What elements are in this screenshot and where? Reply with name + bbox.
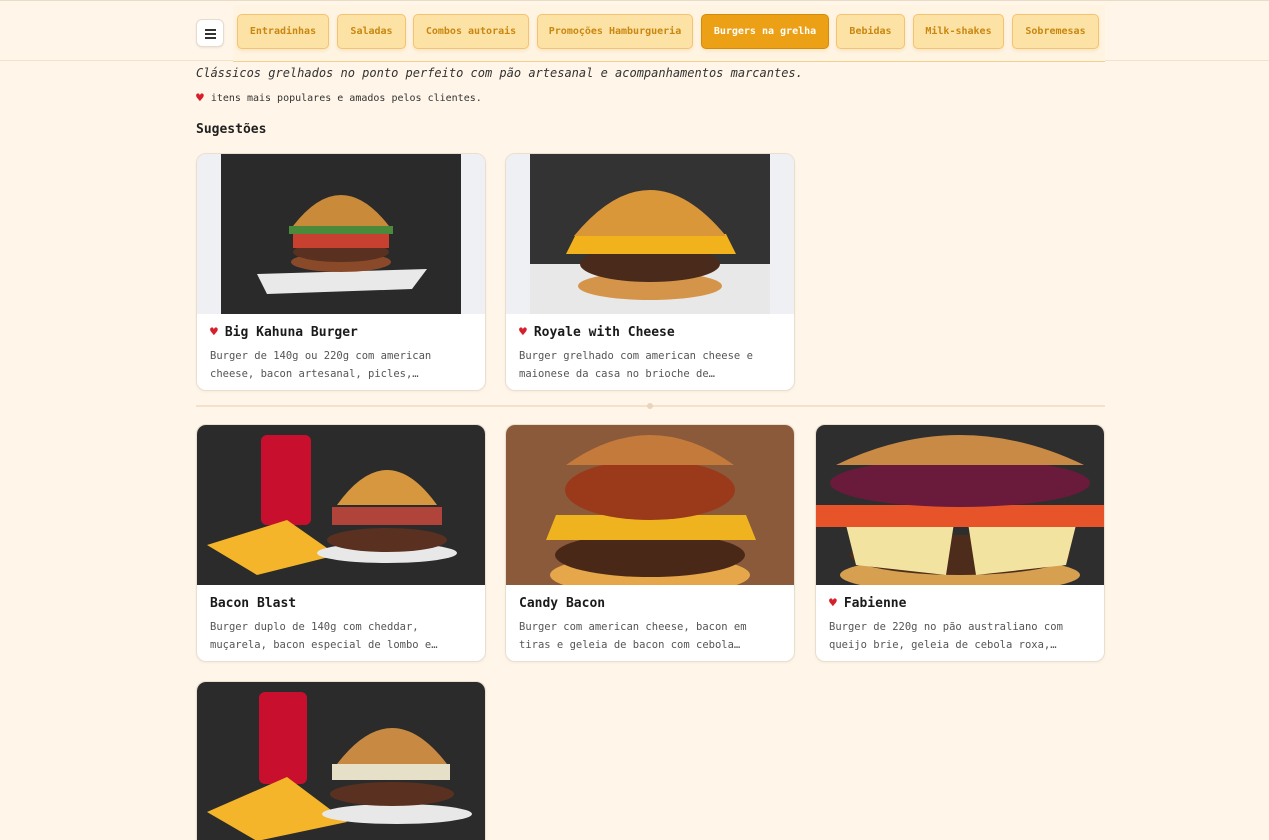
- heart-icon: ♥: [829, 596, 837, 611]
- heart-icon: ♥: [196, 91, 204, 106]
- product-card-fabienne[interactable]: ♥ Fabienne Burger de 220g no pão austral…: [815, 424, 1105, 662]
- product-title: ♥ Big Kahuna Burger: [210, 325, 358, 340]
- product-description: Burger grelhado com american cheese e ma…: [519, 350, 753, 380]
- heart-icon: ♥: [519, 325, 527, 340]
- hamburger-menu-icon[interactable]: [196, 19, 224, 47]
- product-card-royale[interactable]: ♥ Royale with Cheese Burger grelhado com…: [505, 153, 795, 391]
- suggestions-title: Sugestões: [196, 122, 267, 137]
- tab-milk-shakes[interactable]: Milk-shakes: [913, 14, 1004, 49]
- heart-icon: ♥: [210, 325, 218, 340]
- product-name: Fabienne: [843, 596, 907, 611]
- product-name: Big Kahuna Burger: [224, 325, 358, 340]
- product-title: ♥ Royale with Cheese: [519, 325, 675, 340]
- category-subtitle: Clássicos grelhados no ponto perfeito co…: [196, 66, 803, 80]
- product-image: [506, 154, 794, 314]
- product-name: Bacon Blast: [210, 596, 297, 611]
- product-image: [197, 682, 485, 840]
- tab-bebidas[interactable]: Bebidas: [836, 14, 905, 49]
- product-description: Burger com american cheese, bacon em tir…: [519, 621, 747, 651]
- top-navigation-bar: Entradinhas Saladas Combos autorais Prom…: [0, 0, 1269, 62]
- product-name: Candy Bacon: [519, 596, 606, 611]
- product-card-bacon-blast[interactable]: Bacon Blast Burger duplo de 140g com che…: [196, 424, 486, 662]
- product-name: Royale with Cheese: [533, 325, 675, 340]
- product-title: Bacon Blast: [210, 596, 296, 611]
- divider-dot: [647, 403, 653, 409]
- tab-promocoes-hamburgueria[interactable]: Promoções Hamburgueria: [537, 14, 693, 49]
- product-image: [816, 425, 1104, 585]
- tab-entradinhas[interactable]: Entradinhas: [237, 14, 329, 49]
- tab-burgers-na-grelha[interactable]: Burgers na grelha: [701, 14, 829, 49]
- tab-combos-autorais[interactable]: Combos autorais: [413, 14, 529, 49]
- tab-saladas[interactable]: Saladas: [337, 14, 406, 49]
- tab-sobremesas[interactable]: Sobremesas: [1012, 14, 1099, 49]
- product-description: Burger de 140g ou 220g com american chee…: [210, 350, 432, 380]
- product-title: ♥ Fabienne: [829, 596, 906, 611]
- popular-legend-text: itens mais populares e amados pelos clie…: [210, 93, 482, 104]
- product-description: Burger duplo de 140g com cheddar, muçare…: [210, 621, 438, 651]
- product-image: [197, 154, 485, 314]
- product-image: [506, 425, 794, 585]
- product-card-big-kahuna[interactable]: ♥ Big Kahuna Burger Burger de 140g ou 22…: [196, 153, 486, 391]
- product-description: Burger de 220g no pão australiano com qu…: [829, 621, 1063, 651]
- product-title: Candy Bacon: [519, 596, 605, 611]
- popular-legend: ♥ itens mais populares e amados pelos cl…: [196, 92, 482, 105]
- category-tabs: Entradinhas Saladas Combos autorais Prom…: [233, 5, 1105, 62]
- product-image: [197, 425, 485, 585]
- product-card-combo[interactable]: [196, 681, 486, 840]
- product-card-candy-bacon[interactable]: Candy Bacon Burger com american cheese, …: [505, 424, 795, 662]
